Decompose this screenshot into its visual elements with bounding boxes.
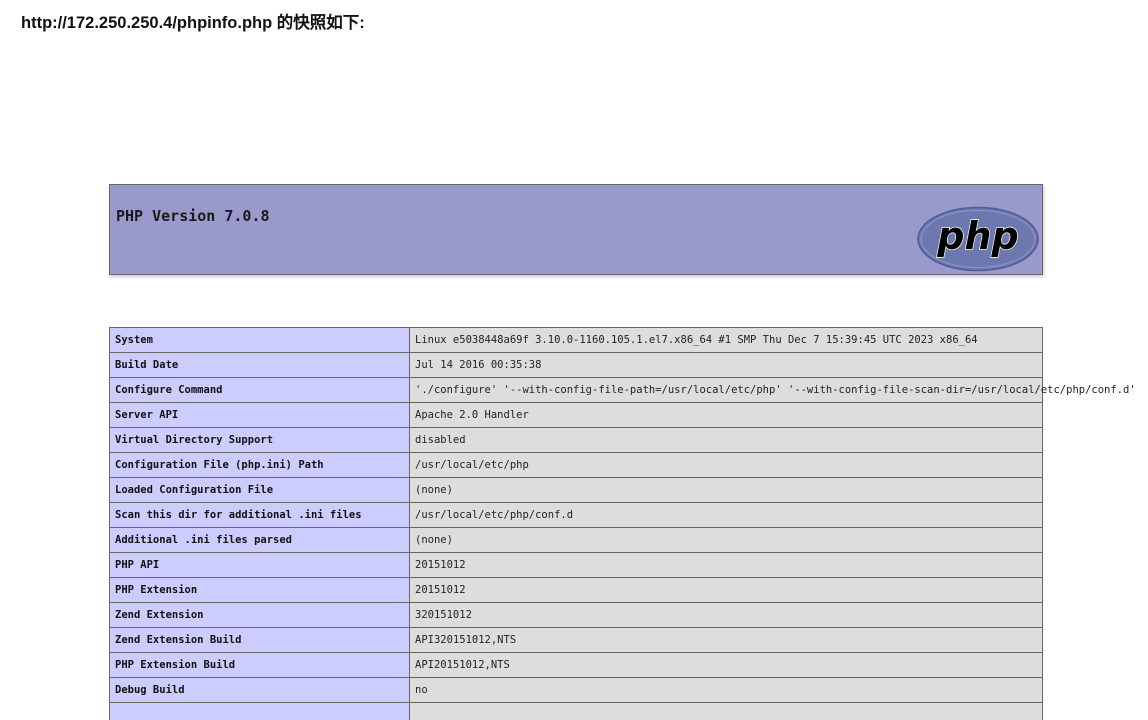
- info-row: Virtual Directory Support disabled: [109, 427, 1043, 453]
- info-row-label: Scan this dir for additional .ini files: [109, 502, 410, 528]
- info-row-label: Build Date: [109, 352, 410, 378]
- info-row-label: Configure Command: [109, 377, 410, 403]
- info-row-label: Additional .ini files parsed: [109, 527, 410, 553]
- php-logo-text: php: [936, 214, 1018, 258]
- info-row-label: PHP API: [109, 552, 410, 578]
- info-row-label: PHP Extension Build: [109, 652, 410, 678]
- php-logo-link[interactable]: php: [916, 206, 1040, 272]
- info-row-label: [109, 702, 410, 720]
- info-row: PHP API 20151012: [109, 552, 1043, 578]
- info-row-value: (none): [409, 477, 1043, 503]
- info-row: System Linux e5038448a69f 3.10.0-1160.105…: [109, 327, 1043, 353]
- info-row-value: /usr/local/etc/php/conf.d: [409, 502, 1043, 528]
- php-info-table: System Linux e5038448a69f 3.10.0-1160.105…: [109, 327, 1136, 720]
- info-row-value: /usr/local/etc/php: [409, 452, 1043, 478]
- info-row-value: API320151012,NTS: [409, 627, 1043, 653]
- info-row-label: System: [109, 327, 410, 353]
- info-row: PHP Extension 20151012: [109, 577, 1043, 603]
- info-row: Build Date Jul 14 2016 00:35:38: [109, 352, 1043, 378]
- info-row: Configuration File (php.ini) Path/usr/lo…: [109, 452, 1043, 478]
- info-row-label: Zend Extension Build: [109, 627, 410, 653]
- info-row-label: Virtual Directory Support: [109, 427, 410, 453]
- info-row: Loaded Configuration File (none): [109, 477, 1043, 503]
- info-row-label: Configuration File (php.ini) Path: [109, 452, 410, 478]
- info-row: [109, 702, 1043, 720]
- info-row-value: (none): [409, 527, 1043, 553]
- php-version-header: PHP Version 7.0.8 php: [109, 184, 1043, 275]
- info-row-label: Server API: [109, 402, 410, 428]
- info-row-label: Debug Build: [109, 677, 410, 703]
- info-row-value: Apache 2.0 Handler: [409, 402, 1043, 428]
- info-row-label: PHP Extension: [109, 577, 410, 603]
- info-row: Server API Apache 2.0 Handler: [109, 402, 1043, 428]
- info-row: Additional .ini files parsed (none): [109, 527, 1043, 553]
- info-row: Zend Extension Build API320151012,NTS: [109, 627, 1043, 653]
- info-row: Debug Build no: [109, 677, 1043, 703]
- info-row: PHP Extension Build API20151012,NTS: [109, 652, 1043, 678]
- info-row: Configure Command './configure' '--with-…: [109, 377, 1136, 403]
- info-row-value: 20151012: [409, 552, 1043, 578]
- php-logo-icon: php: [917, 206, 1039, 272]
- php-version-title: PHP Version 7.0.8: [116, 207, 270, 225]
- info-row-value: './configure' '--with-config-file-path=/…: [409, 377, 1136, 403]
- info-row: Zend Extension 320151012: [109, 602, 1043, 628]
- info-row-value: Jul 14 2016 00:35:38: [409, 352, 1043, 378]
- info-row-value: 320151012: [409, 602, 1043, 628]
- info-row-label: Loaded Configuration File: [109, 477, 410, 503]
- info-row-value: no: [409, 677, 1043, 703]
- snapshot-heading: http://172.250.250.4/phpinfo.php 的快照如下:: [21, 14, 365, 32]
- info-row-value: API20151012,NTS: [409, 652, 1043, 678]
- info-row-label: Zend Extension: [109, 602, 410, 628]
- info-row: Scan this dir for additional .ini files /…: [109, 502, 1043, 528]
- info-row-value: [409, 702, 1043, 720]
- info-row-value: Linux e5038448a69f 3.10.0-1160.105.1.el7…: [409, 327, 1043, 353]
- info-row-value: 20151012: [409, 577, 1043, 603]
- info-row-value: disabled: [409, 427, 1043, 453]
